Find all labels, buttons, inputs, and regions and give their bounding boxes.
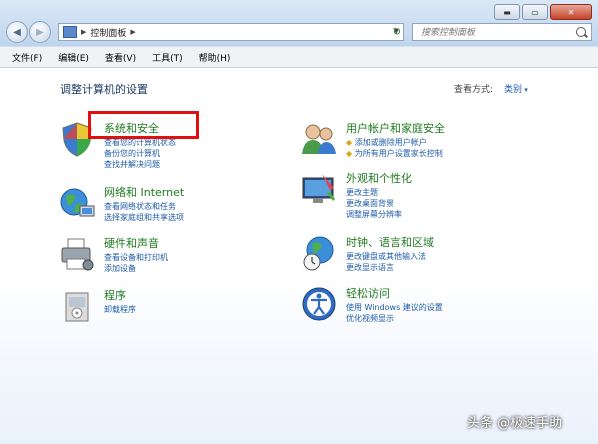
- link-text: 添加或删除用户帐户: [354, 138, 427, 147]
- category-links: 查看网络状态和任务 选择家庭组和共享选项: [104, 201, 184, 223]
- view-by-label: 查看方式:: [454, 85, 494, 95]
- globe-network-icon[interactable]: [58, 184, 96, 222]
- link[interactable]: 查看网络状态和任务: [104, 201, 184, 212]
- category-links: 查看您的计算机状态 备份您的计算机 查找并解决问题: [104, 137, 176, 170]
- shield-small-icon: ◆: [346, 138, 353, 147]
- category-title[interactable]: 时钟、语言和区域: [346, 234, 434, 250]
- menu-help[interactable]: 帮助(H): [199, 51, 231, 64]
- forward-button[interactable]: ▶: [29, 21, 51, 43]
- menu-edit[interactable]: 编辑(E): [58, 51, 89, 64]
- appearance-icon[interactable]: [300, 170, 338, 208]
- category-title[interactable]: 用户帐户和家庭安全: [346, 120, 445, 136]
- address-bar[interactable]: ▶ 控制面板 ▶ ▼: [58, 23, 404, 41]
- search-input[interactable]: [419, 25, 573, 41]
- highlight-annotation: [88, 111, 199, 139]
- category-title[interactable]: 外观和个性化: [346, 170, 412, 186]
- title-bar: ▬ ▭ ✕ ◀ ▶ ▶ 控制面板 ▶ ▼ ↻: [0, 0, 598, 46]
- category-links: 卸载程序: [104, 304, 136, 315]
- menu-tools[interactable]: 工具(T): [152, 51, 183, 64]
- link[interactable]: 更改桌面背景: [346, 198, 402, 209]
- link[interactable]: 使用 Windows 建议的设置: [346, 302, 443, 313]
- control-panel-window: ▬ ▭ ✕ ◀ ▶ ▶ 控制面板 ▶ ▼ ↻ 文件(F) 编辑(E) 查看(V)…: [0, 0, 598, 444]
- link[interactable]: 更改显示语言: [346, 262, 426, 273]
- ease-of-access-icon[interactable]: [300, 285, 338, 323]
- menu-view[interactable]: 查看(V): [105, 51, 136, 64]
- address-separator[interactable]: ▶: [81, 28, 86, 36]
- category-links: 更改主题 更改桌面背景 调整屏幕分辨率: [346, 187, 402, 220]
- users-icon[interactable]: [300, 120, 338, 158]
- link[interactable]: 查找并解决问题: [104, 159, 176, 170]
- link[interactable]: 查看设备和打印机: [104, 252, 168, 263]
- category-hardware-sound: 硬件和声音 查看设备和打印机 添加设备: [58, 235, 278, 285]
- maximize-button[interactable]: ▭: [522, 4, 548, 20]
- link[interactable]: 更改主题: [346, 187, 402, 198]
- breadcrumb-control-panel[interactable]: 控制面板: [90, 26, 126, 39]
- link-text: 为所有用户设置家长控制: [354, 149, 443, 158]
- nav-buttons: ◀ ▶: [6, 21, 52, 43]
- category-title[interactable]: 硬件和声音: [104, 235, 159, 251]
- category-links: 更改键盘或其他输入法 更改显示语言: [346, 251, 426, 273]
- category-links: 查看设备和打印机 添加设备: [104, 252, 168, 274]
- link[interactable]: 选择家庭组和共享选项: [104, 212, 184, 223]
- category-clock-language-region: 时钟、语言和区域 更改键盘或其他输入法 更改显示语言: [300, 234, 540, 284]
- link[interactable]: 备份您的计算机: [104, 148, 176, 159]
- link[interactable]: ◆ 为所有用户设置家长控制: [346, 148, 443, 159]
- shield-small-icon: ◆: [346, 149, 353, 158]
- category-ease-of-access: 轻松访问 使用 Windows 建议的设置 优化视频显示: [300, 285, 540, 335]
- category-appearance: 外观和个性化 更改主题 更改桌面背景 调整屏幕分辨率: [300, 170, 540, 230]
- category-title[interactable]: 轻松访问: [346, 285, 390, 301]
- link[interactable]: 卸载程序: [104, 304, 136, 315]
- view-by-dropdown[interactable]: 类别: [504, 82, 528, 95]
- back-button[interactable]: ◀: [6, 21, 28, 43]
- folder-icon: [63, 26, 77, 38]
- category-links: 使用 Windows 建议的设置 优化视频显示: [346, 302, 443, 324]
- category-network-internet: 网络和 Internet 查看网络状态和任务 选择家庭组和共享选项: [58, 184, 278, 234]
- link[interactable]: 优化视频显示: [346, 313, 443, 324]
- category-title[interactable]: 程序: [104, 287, 126, 303]
- address-separator-2[interactable]: ▶: [130, 28, 135, 36]
- search-icon[interactable]: [576, 27, 586, 37]
- watermark: 头条 @极速手助: [467, 416, 563, 431]
- clock-globe-icon[interactable]: [300, 234, 338, 272]
- category-title[interactable]: 网络和 Internet: [104, 184, 184, 200]
- link[interactable]: 更改键盘或其他输入法: [346, 251, 426, 262]
- window-controls: ▬ ▭ ✕: [494, 4, 592, 20]
- printer-icon[interactable]: [58, 235, 96, 273]
- minimize-button[interactable]: ▬: [494, 4, 520, 20]
- menu-file[interactable]: 文件(F): [12, 51, 42, 64]
- menu-bar: 文件(F) 编辑(E) 查看(V) 工具(T) 帮助(H): [0, 47, 598, 68]
- close-button[interactable]: ✕: [550, 4, 592, 20]
- link[interactable]: ◆ 添加或删除用户帐户: [346, 137, 443, 148]
- search-box[interactable]: [412, 23, 592, 41]
- refresh-button[interactable]: ↻: [388, 23, 406, 41]
- category-programs: 程序 卸载程序: [58, 287, 278, 327]
- link[interactable]: 调整屏幕分辨率: [346, 209, 402, 220]
- page-title: 调整计算机的设置: [60, 83, 148, 96]
- link[interactable]: 添加设备: [104, 263, 168, 274]
- programs-icon[interactable]: [58, 287, 96, 325]
- category-links: ◆ 添加或删除用户帐户 ◆ 为所有用户设置家长控制: [346, 137, 443, 159]
